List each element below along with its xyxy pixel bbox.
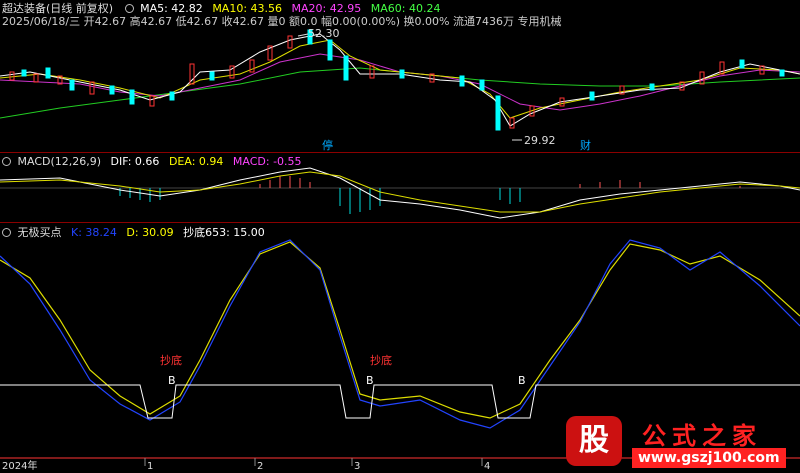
month-4: 4 — [484, 461, 491, 472]
buy-marker-1: B — [168, 374, 176, 387]
watermark-url: www.gszj100.com — [632, 448, 786, 468]
month-2: 2 — [257, 461, 264, 472]
month-3: 3 — [354, 461, 361, 472]
stop-marker[interactable]: 停 — [322, 139, 333, 152]
indicator-d-line — [0, 241, 800, 419]
signal-label-1: 抄底 — [160, 354, 182, 367]
candles — [9, 29, 785, 131]
watermark-logo: 股 — [566, 416, 622, 466]
macd-histogram — [119, 176, 741, 214]
high-label: 52.30 — [308, 27, 340, 40]
buy-marker-2: B — [366, 374, 374, 387]
ma10-line — [0, 39, 800, 119]
buy-marker-3: B — [518, 374, 526, 387]
watermark-text: 公式之家 — [642, 422, 762, 450]
ma5-line — [0, 33, 800, 127]
year-label: 2024年 — [2, 461, 38, 472]
finance-marker[interactable]: 财 — [580, 139, 591, 152]
low-label: 29.92 — [524, 134, 556, 147]
watermark: 股 公式之家 www.gszj100.com — [558, 414, 798, 470]
month-1: 1 — [147, 461, 154, 472]
chart-canvas — [0, 29, 800, 473]
indicator-k-line — [0, 239, 800, 429]
signal-label-2: 抄底 — [370, 354, 392, 367]
